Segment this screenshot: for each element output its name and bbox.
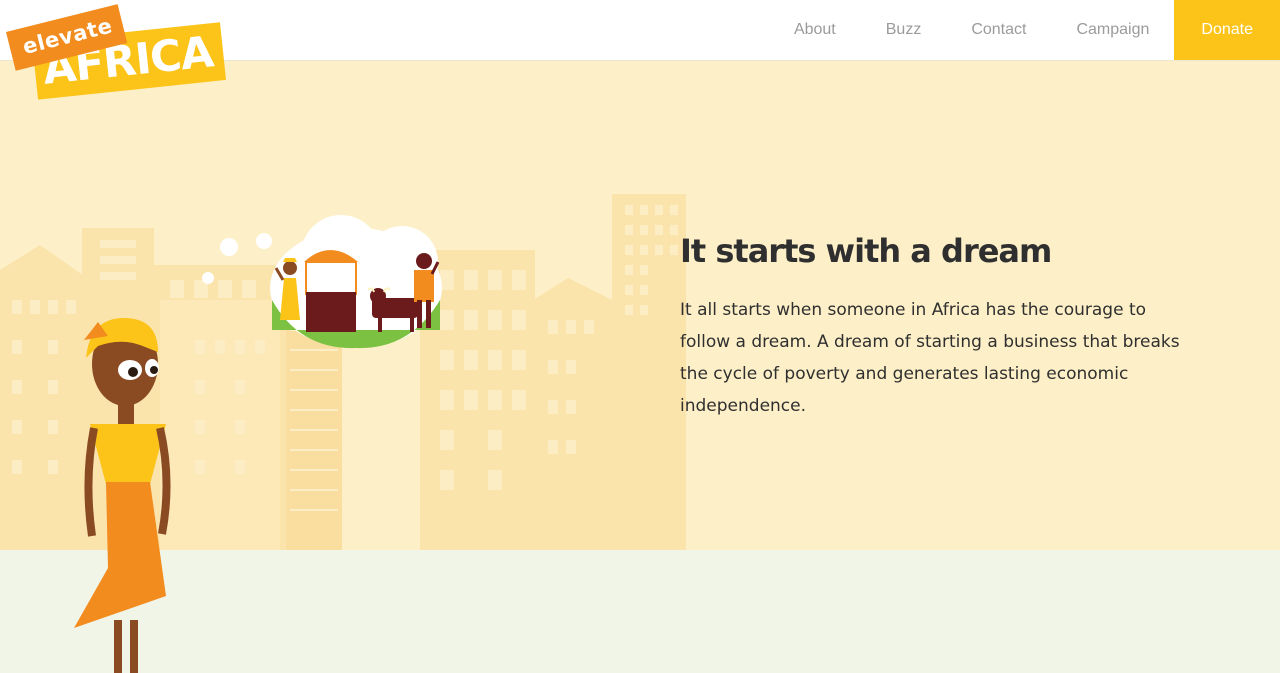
nav-buzz-link[interactable]: Buzz — [861, 0, 947, 60]
nav-campaign-link[interactable]: Campaign — [1051, 0, 1174, 60]
hero-body-text: It all starts when someone in Africa has… — [680, 300, 1180, 416]
nav-contact-link[interactable]: Contact — [946, 0, 1051, 60]
nav-about-link[interactable]: About — [769, 0, 861, 60]
donate-button[interactable]: Donate — [1174, 0, 1280, 60]
hero-headline: It starts with a dream — [680, 232, 1052, 270]
main-nav: About Buzz Contact Campaign Donate — [769, 0, 1280, 60]
page: About Buzz Contact Campaign Donate AFRIC… — [0, 0, 1280, 673]
elevate-africa-logo[interactable]: AFRICA elevate — [6, 2, 226, 112]
